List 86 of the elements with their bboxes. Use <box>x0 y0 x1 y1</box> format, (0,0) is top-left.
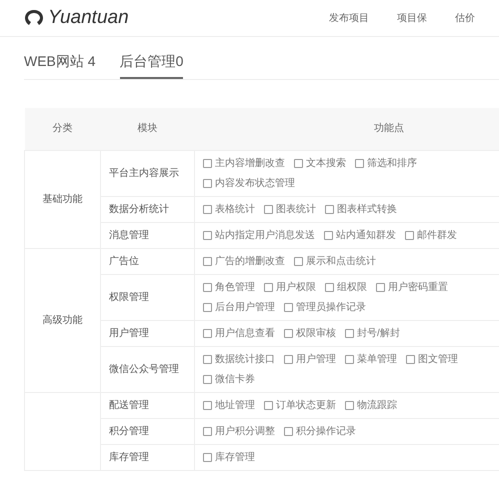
feature-label: 地址管理 <box>215 398 255 412</box>
checkbox[interactable] <box>203 158 212 168</box>
checkbox[interactable] <box>345 400 354 410</box>
feature-label: 表格统计 <box>215 202 255 216</box>
feature-label: 后台用户管理 <box>215 300 275 314</box>
feature-label: 用户密码重置 <box>388 280 448 294</box>
checkbox[interactable] <box>324 230 333 240</box>
checkbox[interactable] <box>284 302 293 312</box>
feature-label: 管理员操作记录 <box>296 300 366 314</box>
module-label: 库存管理 <box>109 452 149 462</box>
checkbox[interactable] <box>294 158 303 168</box>
feature-label: 封号/解封 <box>357 326 400 340</box>
category-label: 基础功能 <box>42 194 82 204</box>
logo-text: Yuantuan <box>48 6 129 30</box>
column-header: 功能点 <box>194 108 499 150</box>
feature-label: 物流跟踪 <box>357 398 397 412</box>
checkbox[interactable] <box>203 426 212 436</box>
logo-icon <box>24 9 44 27</box>
checkbox[interactable] <box>203 204 212 214</box>
feature-label: 数据统计接口 <box>215 352 275 366</box>
module-label: 广告位 <box>109 256 139 266</box>
feature-label: 用户积分调整 <box>215 424 275 438</box>
feature-label: 用户管理 <box>296 352 336 366</box>
checkbox[interactable] <box>264 204 273 214</box>
feature-label: 内容发布状态管理 <box>215 176 295 190</box>
feature-label: 图表样式转换 <box>337 202 397 216</box>
feature-label: 图表统计 <box>276 202 316 216</box>
checkbox[interactable] <box>284 354 293 364</box>
feature-label: 库存管理 <box>215 450 255 464</box>
feature-label: 微信卡券 <box>215 372 255 386</box>
checkbox[interactable] <box>406 354 415 364</box>
feature-label: 广告的增删改查 <box>215 254 285 268</box>
category-label: 高级功能 <box>42 314 82 326</box>
feature-label: 用户权限 <box>276 280 316 294</box>
checkbox[interactable] <box>203 452 212 462</box>
feature-label: 角色管理 <box>215 280 255 294</box>
checkbox[interactable] <box>203 400 212 410</box>
feature-label: 主内容增删改查 <box>215 156 285 170</box>
feature-label: 筛选和排序 <box>367 156 417 170</box>
module-label: 数据分析统计 <box>109 204 169 214</box>
checkbox[interactable] <box>203 230 212 240</box>
checkbox[interactable] <box>325 282 334 292</box>
checkbox[interactable] <box>203 354 212 364</box>
nav-link[interactable]: 估价 <box>455 10 475 26</box>
feature-label: 文本搜索 <box>306 156 346 170</box>
feature-label: 站内通知群发 <box>336 228 396 242</box>
column-header: 分类 <box>24 108 100 150</box>
module-label: 权限管理 <box>109 292 149 302</box>
checkbox[interactable] <box>264 400 273 410</box>
checkbox[interactable] <box>376 282 385 292</box>
feature-label: 菜单管理 <box>357 352 397 366</box>
feature-label: 邮件群发 <box>417 228 457 242</box>
nav-link[interactable]: 发布项目 <box>329 10 369 26</box>
checkbox[interactable] <box>355 158 364 168</box>
checkbox[interactable] <box>203 328 212 338</box>
checkbox[interactable] <box>203 178 212 188</box>
feature-label: 展示和点击统计 <box>306 254 376 268</box>
checkbox[interactable] <box>203 374 212 384</box>
feature-label: 站内指定用户消息发送 <box>215 228 315 242</box>
feature-label: 订单状态更新 <box>276 398 336 412</box>
checkbox[interactable] <box>203 282 212 292</box>
module-label: 积分管理 <box>109 426 149 436</box>
module-label: 消息管理 <box>109 230 149 240</box>
module-label: 用户管理 <box>109 328 149 338</box>
feature-label: 图文管理 <box>418 352 458 366</box>
feature-label: 权限审核 <box>296 326 336 340</box>
checkbox[interactable] <box>264 282 273 292</box>
nav-link[interactable]: 项目保 <box>397 10 427 26</box>
checkbox[interactable] <box>294 256 303 266</box>
checkbox[interactable] <box>203 302 212 312</box>
checkbox[interactable] <box>325 204 334 214</box>
module-label: 配送管理 <box>109 400 149 410</box>
tab[interactable]: 后台管理0 <box>120 51 184 79</box>
checkbox[interactable] <box>405 230 414 240</box>
feature-label: 组权限 <box>337 280 367 294</box>
feature-label: 积分操作记录 <box>296 424 356 438</box>
checkbox[interactable] <box>284 328 293 338</box>
module-label: 平台主内容展示 <box>109 168 179 178</box>
tab[interactable]: WEB网站 4 <box>24 51 96 79</box>
checkbox[interactable] <box>345 354 354 364</box>
checkbox[interactable] <box>345 328 354 338</box>
checkbox[interactable] <box>284 426 293 436</box>
column-header: 模块 <box>100 108 194 150</box>
checkbox[interactable] <box>203 256 212 266</box>
feature-label: 用户信息查看 <box>215 326 275 340</box>
module-label: 微信公众号管理 <box>109 364 179 374</box>
